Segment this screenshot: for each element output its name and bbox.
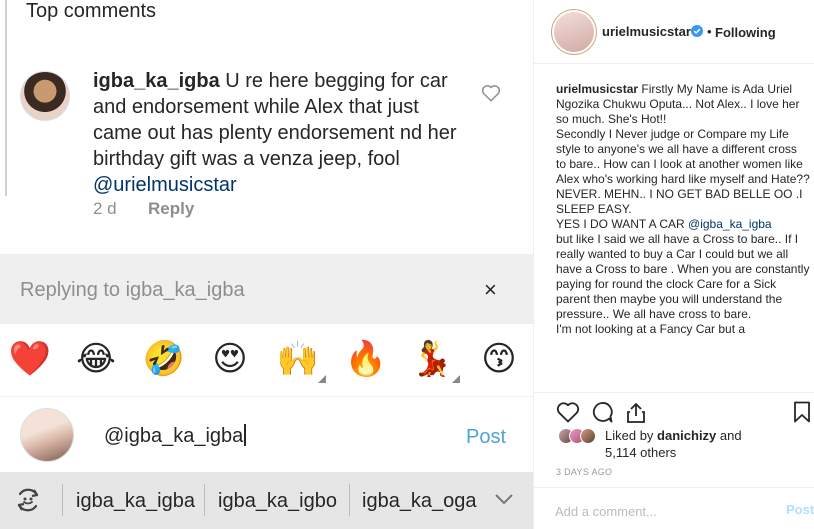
emoji-heart-eyes[interactable]: 😍 [208, 337, 252, 381]
add-comment-input[interactable]: Add a comment... [555, 504, 657, 519]
emoji-raised-hands[interactable]: 🙌 [276, 337, 326, 383]
caption-text-1: Firstly My Name is Ada Uriel Ngozika Chu… [556, 82, 810, 231]
emoji-kissing[interactable]: 😙 [477, 337, 521, 381]
emoji-rolling-laughing[interactable]: 🤣 [142, 337, 186, 381]
comment-input[interactable]: @igba_ka_igba [104, 424, 247, 448]
caption-mention[interactable]: @igba_ka_igba [688, 217, 772, 231]
liked-by-text: Liked by danichizy and [605, 428, 742, 443]
post-caption: urielmusicstar Firstly My Name is Ada Ur… [556, 82, 810, 386]
skin-tone-indicator-icon [452, 375, 460, 383]
verified-badge-icon [691, 25, 703, 37]
keyboard-suggestion-bar: igba_ka_igba igba_ka_igbo igba_ka_oga [0, 472, 533, 529]
suggestion-3[interactable]: igba_ka_oga [362, 490, 477, 513]
separator-dot: • [707, 24, 712, 39]
reply-button[interactable]: Reply [148, 199, 194, 219]
post-comment-button[interactable]: Post [786, 502, 814, 517]
emoji-dancer[interactable]: 💃 [410, 337, 460, 383]
like-heart-icon[interactable] [556, 401, 580, 423]
author-username[interactable]: urielmusicstar [602, 24, 691, 39]
comment-meta: 2 d Reply [93, 199, 194, 219]
likes-others-count[interactable]: 5,114 others [605, 445, 676, 461]
share-icon[interactable] [624, 401, 648, 423]
post-button[interactable]: Post [466, 426, 506, 449]
comment-username[interactable]: igba_ka_igba [93, 70, 220, 92]
caption-username[interactable]: urielmusicstar [556, 82, 638, 96]
post-actions [534, 392, 814, 426]
chevron-down-icon[interactable] [494, 492, 514, 506]
add-comment-bar: Add a comment... Post [534, 487, 814, 529]
comment-mention[interactable]: @urielmusicstar [93, 174, 237, 196]
emoji-refresh-icon[interactable] [12, 484, 44, 516]
thread-line [5, 0, 7, 196]
heart-outline-icon[interactable] [481, 84, 501, 102]
emoji-tears-of-joy[interactable]: 😂 [74, 337, 118, 381]
following-button[interactable]: Following [715, 25, 776, 40]
top-comments-label: Top comments [26, 0, 157, 22]
replying-to-label: Replying to igba_ka_igba [20, 279, 245, 301]
comment-body: igba_ka_igba U re here begging for car a… [93, 68, 463, 198]
text-cursor [244, 424, 247, 446]
comment-composer: @igba_ka_igba Post [0, 398, 533, 472]
mobile-comments-panel: Top comments igba_ka_igba U re here begg… [0, 0, 533, 529]
replying-bar: Replying to igba_ka_igba × [0, 254, 533, 324]
top-comments-dropdown[interactable]: Top comments [26, 0, 156, 23]
skin-tone-indicator-icon [318, 375, 326, 383]
emoji-heart[interactable]: ❤️ [8, 337, 52, 381]
post-timestamp[interactable]: 3 DAYS AGO [556, 467, 612, 477]
suggestion-2[interactable]: igba_ka_igbo [218, 490, 337, 513]
suggestion-1[interactable]: igba_ka_igba [76, 490, 195, 513]
my-avatar [20, 408, 74, 462]
comment-age: 2 d [93, 199, 117, 218]
bookmark-icon[interactable] [793, 401, 811, 423]
comment-bubble-icon[interactable] [590, 401, 614, 423]
emoji-quick-bar: ❤️ 😂 🤣 😍 🙌 🔥 💃 😙 [0, 325, 533, 397]
close-icon[interactable]: × [484, 277, 497, 303]
liker-avatar [580, 428, 596, 444]
liker-username[interactable]: danichizy [657, 428, 716, 443]
commenter-avatar[interactable] [20, 71, 70, 121]
author-avatar[interactable] [554, 12, 594, 52]
caption-text-2: but like I said we all have a Cross to b… [556, 232, 810, 336]
post-header: urielmusicstar • Following [534, 0, 814, 64]
emoji-fire[interactable]: 🔥 [344, 337, 388, 381]
desktop-post-panel: urielmusicstar • Following urielmusicsta… [533, 0, 814, 529]
